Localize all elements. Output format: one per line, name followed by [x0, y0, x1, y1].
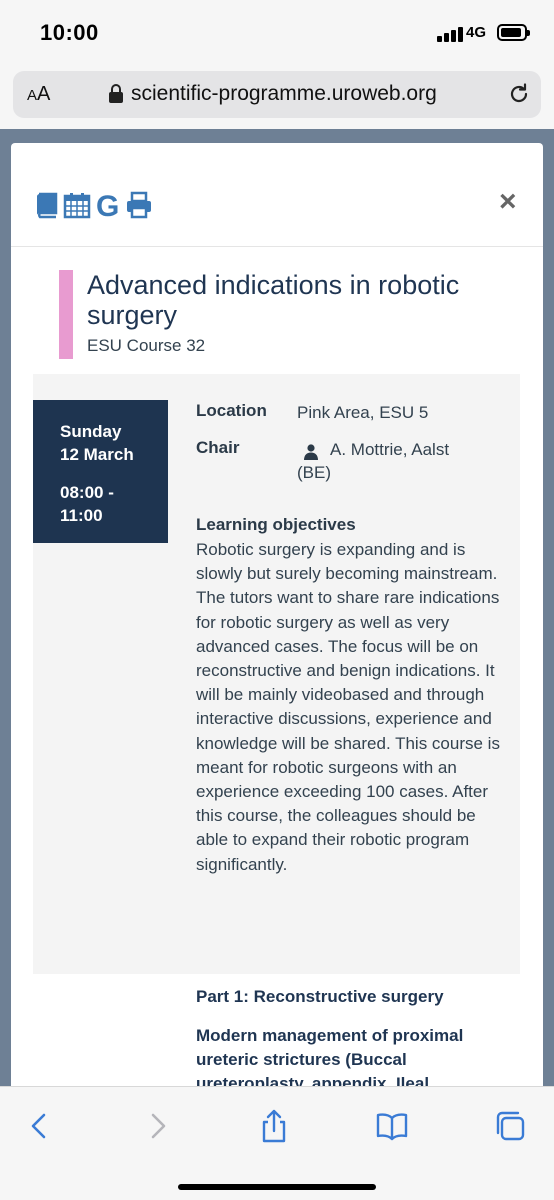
text-size-button[interactable]: AA: [27, 83, 50, 106]
url-text[interactable]: scientific-programme.uroweb.org: [131, 82, 437, 106]
location-value: Pink Area, ESU 5: [297, 403, 429, 422]
session-date: 12 March: [60, 445, 134, 464]
signal-icon: [437, 26, 463, 42]
status-bar: 10:00 4G: [0, 0, 554, 62]
session-subtitle: ESU Course 32: [87, 336, 206, 355]
lock-icon: [109, 84, 123, 104]
tabs-icon[interactable]: [493, 1109, 527, 1143]
print-icon[interactable]: [125, 191, 153, 219]
home-indicator: [178, 1184, 376, 1190]
objectives-text: Robotic surgery is expanding and is slow…: [196, 540, 500, 874]
sub-session-title[interactable]: Modern management of proximal ureteric s…: [196, 1024, 496, 1086]
address-bar[interactable]: AA scientific-programme.uroweb.org: [13, 71, 541, 118]
google-icon[interactable]: G: [95, 191, 123, 219]
reload-icon[interactable]: [507, 82, 531, 106]
close-button[interactable]: ×: [499, 187, 517, 217]
session-day: Sunday: [60, 422, 122, 441]
date-card: Sunday 12 March 08:00 - 11:00: [33, 400, 168, 543]
svg-text:G: G: [96, 191, 119, 219]
session-title: Advanced indications in robotic surgery: [87, 270, 460, 330]
modal-toolbar: G ×: [11, 143, 543, 247]
bookmarks-icon[interactable]: [375, 1109, 409, 1143]
share-icon[interactable]: [257, 1109, 291, 1143]
status-time: 10:00: [40, 20, 99, 45]
part-title: Part 1: Reconstructive surgery: [196, 987, 444, 1006]
session-modal: G × Advanced indications in robotic surg…: [11, 143, 543, 1086]
browser-toolbar: [0, 1086, 554, 1200]
chair-value[interactable]: A. Mottrie, Aalst (BE): [297, 438, 477, 484]
book-icon[interactable]: [31, 191, 59, 219]
calendar-icon[interactable]: [63, 191, 91, 219]
forward-icon[interactable]: [141, 1109, 175, 1143]
network-type: 4G: [466, 24, 487, 41]
location-label: Location: [196, 401, 267, 420]
session-time: 08:00 - 11:00: [60, 483, 114, 525]
chair-label: Chair: [196, 438, 240, 457]
battery-icon: [497, 24, 530, 41]
session-header: Advanced indications in robotic surgery …: [59, 270, 529, 359]
objectives-title: Learning objectives: [196, 515, 356, 534]
session-info: Sunday 12 March 08:00 - 11:00 Location P…: [33, 374, 520, 974]
back-icon[interactable]: [22, 1109, 56, 1143]
